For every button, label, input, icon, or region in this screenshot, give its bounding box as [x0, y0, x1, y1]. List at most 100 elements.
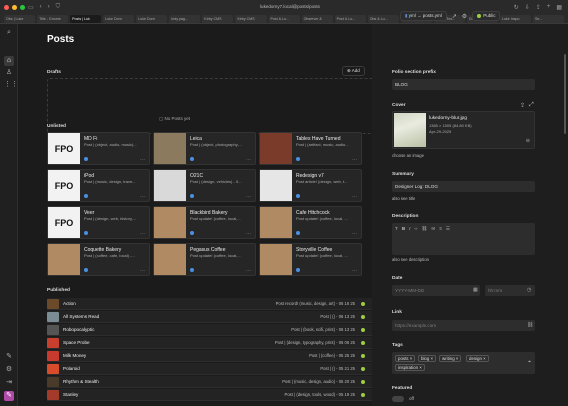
options-icon[interactable]: ⋯ — [246, 157, 251, 163]
user-avatar[interactable]: ✎ — [4, 391, 14, 401]
drafts-dropzone[interactable] — [47, 78, 381, 134]
download-icon[interactable]: ⇩ — [525, 4, 530, 11]
browser-tab[interactable]: Se... — [533, 15, 565, 23]
options-icon[interactable]: ⋯ — [246, 231, 251, 237]
published-row[interactable]: Milk MoneyPost | (coffee) - 05 25 25⋯ — [47, 350, 381, 362]
status-icon[interactable] — [190, 194, 194, 198]
email-icon[interactable]: ✉ — [431, 226, 435, 232]
share-icon[interactable]: ⇪ — [536, 4, 541, 11]
tag-add-icon[interactable]: ⌖ — [528, 359, 531, 365]
browser-tab[interactable]: Observer & — [301, 15, 333, 23]
published-row[interactable]: Rhythm & Stealth Post | (music, design, a… — [47, 376, 381, 388]
edit-icon[interactable]: ✎ — [4, 352, 14, 362]
status-icon[interactable] — [190, 231, 194, 235]
status-icon[interactable] — [296, 231, 300, 235]
published-row[interactable]: Space Probe Post | (design, typography, p… — [47, 337, 381, 349]
search-icon[interactable]: ⌕ — [4, 28, 14, 38]
status-icon[interactable] — [296, 157, 300, 161]
minimize-window-button[interactable] — [12, 5, 17, 10]
home-icon[interactable]: ⌂ — [4, 56, 14, 66]
status-icon[interactable] — [361, 328, 365, 332]
post-card[interactable]: FPO iPod Post | (music, design, trave... ⋯ — [47, 169, 150, 202]
grid-icon[interactable]: ⋮⋮ — [4, 80, 18, 90]
cover-options-icon[interactable]: ⊖ — [526, 138, 530, 144]
published-row[interactable]: PolaroidPost | () - 05 21 25⋯ — [47, 363, 381, 375]
browser-tab[interactable]: Luke Dorn — [103, 15, 135, 23]
status-button[interactable]: Public — [472, 11, 501, 21]
numbered-list-icon[interactable]: ☰ — [446, 226, 450, 232]
cover-field[interactable]: lukedorny-blur.jpg 1365 × 1505 (84.80 KB… — [392, 111, 535, 149]
browser-tab[interactable]: Luke Inspo — [499, 15, 531, 23]
blueprint-file-button[interactable]: ▮ yml → posts.yml — [400, 11, 447, 21]
post-card[interactable]: FPO Veer Post | (design, web, history,... ⋯ — [47, 206, 150, 239]
settings-icon[interactable]: ⚙ — [462, 13, 467, 20]
options-icon[interactable]: ⋯ — [246, 268, 251, 274]
clock-icon[interactable]: ◷ — [527, 287, 531, 293]
status-icon[interactable] — [296, 268, 300, 272]
add-draft-button[interactable]: ⊕ Add — [342, 66, 365, 76]
options-icon[interactable]: ⋯ — [352, 157, 357, 163]
users-icon[interactable]: ♙ — [4, 68, 14, 78]
featured-toggle[interactable] — [392, 396, 404, 402]
browser-tab[interactable]: Obs & Lu... — [367, 15, 399, 23]
status-icon[interactable] — [84, 157, 88, 161]
browser-tab[interactable]: Post & Lo... — [268, 15, 300, 23]
link-icon[interactable]: ⛓ — [527, 322, 533, 328]
post-card[interactable]: Leica Post | (object, photography,... ⋯ — [153, 132, 256, 165]
external-link-icon[interactable]: ↗ — [452, 13, 457, 20]
forward-icon[interactable]: › — [48, 4, 50, 11]
post-card[interactable]: Pegasus Coffee Post update! (coffee, loca… — [153, 243, 256, 276]
status-icon[interactable] — [361, 393, 365, 397]
status-icon[interactable] — [84, 194, 88, 198]
options-icon[interactable]: ⋯ — [246, 194, 251, 200]
options-icon[interactable]: ⋯ — [140, 157, 145, 163]
status-icon[interactable] — [296, 194, 300, 198]
status-icon[interactable] — [361, 315, 365, 319]
tag-chip[interactable]: writing × — [439, 355, 462, 362]
tag-chip[interactable]: inspiration × — [395, 364, 425, 371]
published-row[interactable]: Robopocalyptic Post | (book, scifi, print… — [47, 324, 381, 336]
browser-tab[interactable]: Kirby CMS — [235, 15, 267, 23]
scrollbar[interactable] — [564, 54, 566, 134]
code-icon[interactable]: ‹› — [414, 226, 417, 232]
browser-tab[interactable]: Kirby CMS — [202, 15, 234, 23]
post-card[interactable]: Storyville Coffee Post update! (coffee, l… — [259, 243, 362, 276]
tag-chip[interactable]: posts × — [395, 355, 416, 362]
published-row[interactable]: Action Post record! (music, design, art) … — [47, 298, 381, 310]
browser-tab[interactable]: Obs | Luke — [4, 15, 36, 23]
choose-image-link[interactable]: choose an image — [392, 153, 424, 158]
options-icon[interactable]: ⋯ — [352, 194, 357, 200]
options-icon[interactable]: ⋯ — [352, 268, 357, 274]
address-bar[interactable]: lukedorny7.local@posts/posts — [180, 3, 400, 11]
calendar-icon[interactable]: ▦ — [473, 287, 478, 293]
bulleted-list-icon[interactable]: ≡ — [439, 226, 442, 232]
status-icon[interactable] — [361, 367, 365, 371]
options-icon[interactable]: ⋯ — [352, 231, 357, 237]
expand-icon[interactable]: ⤢ — [529, 102, 534, 109]
tag-chip[interactable]: blog × — [418, 355, 437, 362]
shield-icon[interactable]: ⛉ — [56, 4, 61, 11]
browser-tab[interactable]: Luke Dorn — [136, 15, 168, 23]
browser-tab[interactable]: Posts | Luk — [70, 15, 102, 23]
sidebar-toggle-icon[interactable]: ▭ — [28, 4, 34, 11]
post-card[interactable]: Cafe Hitchcock Post update! (coffee, loca… — [259, 206, 362, 239]
status-icon[interactable] — [361, 302, 365, 306]
zoom-window-button[interactable] — [20, 5, 25, 10]
link-input[interactable]: https://example.com — [392, 320, 535, 331]
status-icon[interactable] — [84, 268, 88, 272]
post-card[interactable]: Blackbird Bakery Post update! (coffee, lo… — [153, 206, 256, 239]
logout-icon[interactable]: ⇥ — [4, 378, 14, 388]
status-icon[interactable] — [84, 231, 88, 235]
tags-field[interactable]: posts × blog × writing × design × inspir… — [392, 352, 535, 374]
options-icon[interactable]: ⋯ — [140, 231, 145, 237]
options-icon[interactable]: ⋯ — [140, 268, 145, 274]
published-row[interactable]: All Systems ReadPost | () - 06 13 25⋯ — [47, 311, 381, 323]
status-icon[interactable] — [361, 341, 365, 345]
browser-tab[interactable]: Indy.pag... — [169, 15, 201, 23]
post-card[interactable]: FPO MD Fi Post | (object, audio, music)...… — [47, 132, 150, 165]
close-window-button[interactable] — [4, 5, 9, 10]
status-icon[interactable] — [190, 268, 194, 272]
heading-icon[interactable]: T — [395, 226, 398, 232]
italic-icon[interactable]: I — [409, 226, 410, 232]
summary-input[interactable]: Designer Log: DLOG — [392, 181, 535, 192]
